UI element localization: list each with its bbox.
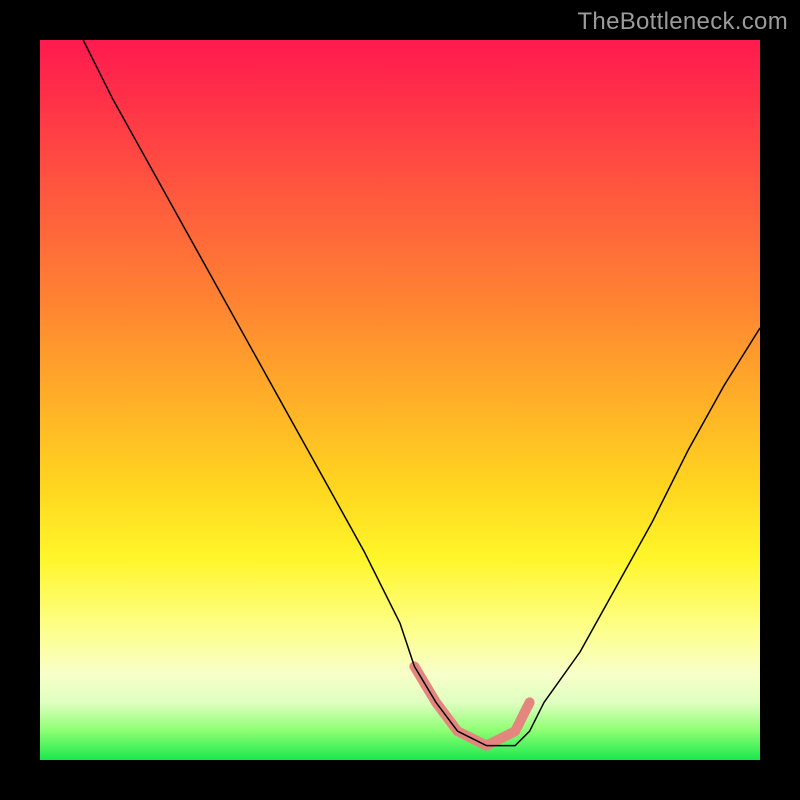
bottleneck-curve-path [83,40,760,746]
series-bottleneck-curve [83,40,760,746]
optimal-band-path [414,666,529,745]
watermark-text: TheBottleneck.com [577,8,788,36]
chart-plot-area [40,40,760,760]
chart-frame: TheBottleneck.com [0,0,800,800]
chart-svg [40,40,760,760]
series-optimal-band [414,666,529,745]
